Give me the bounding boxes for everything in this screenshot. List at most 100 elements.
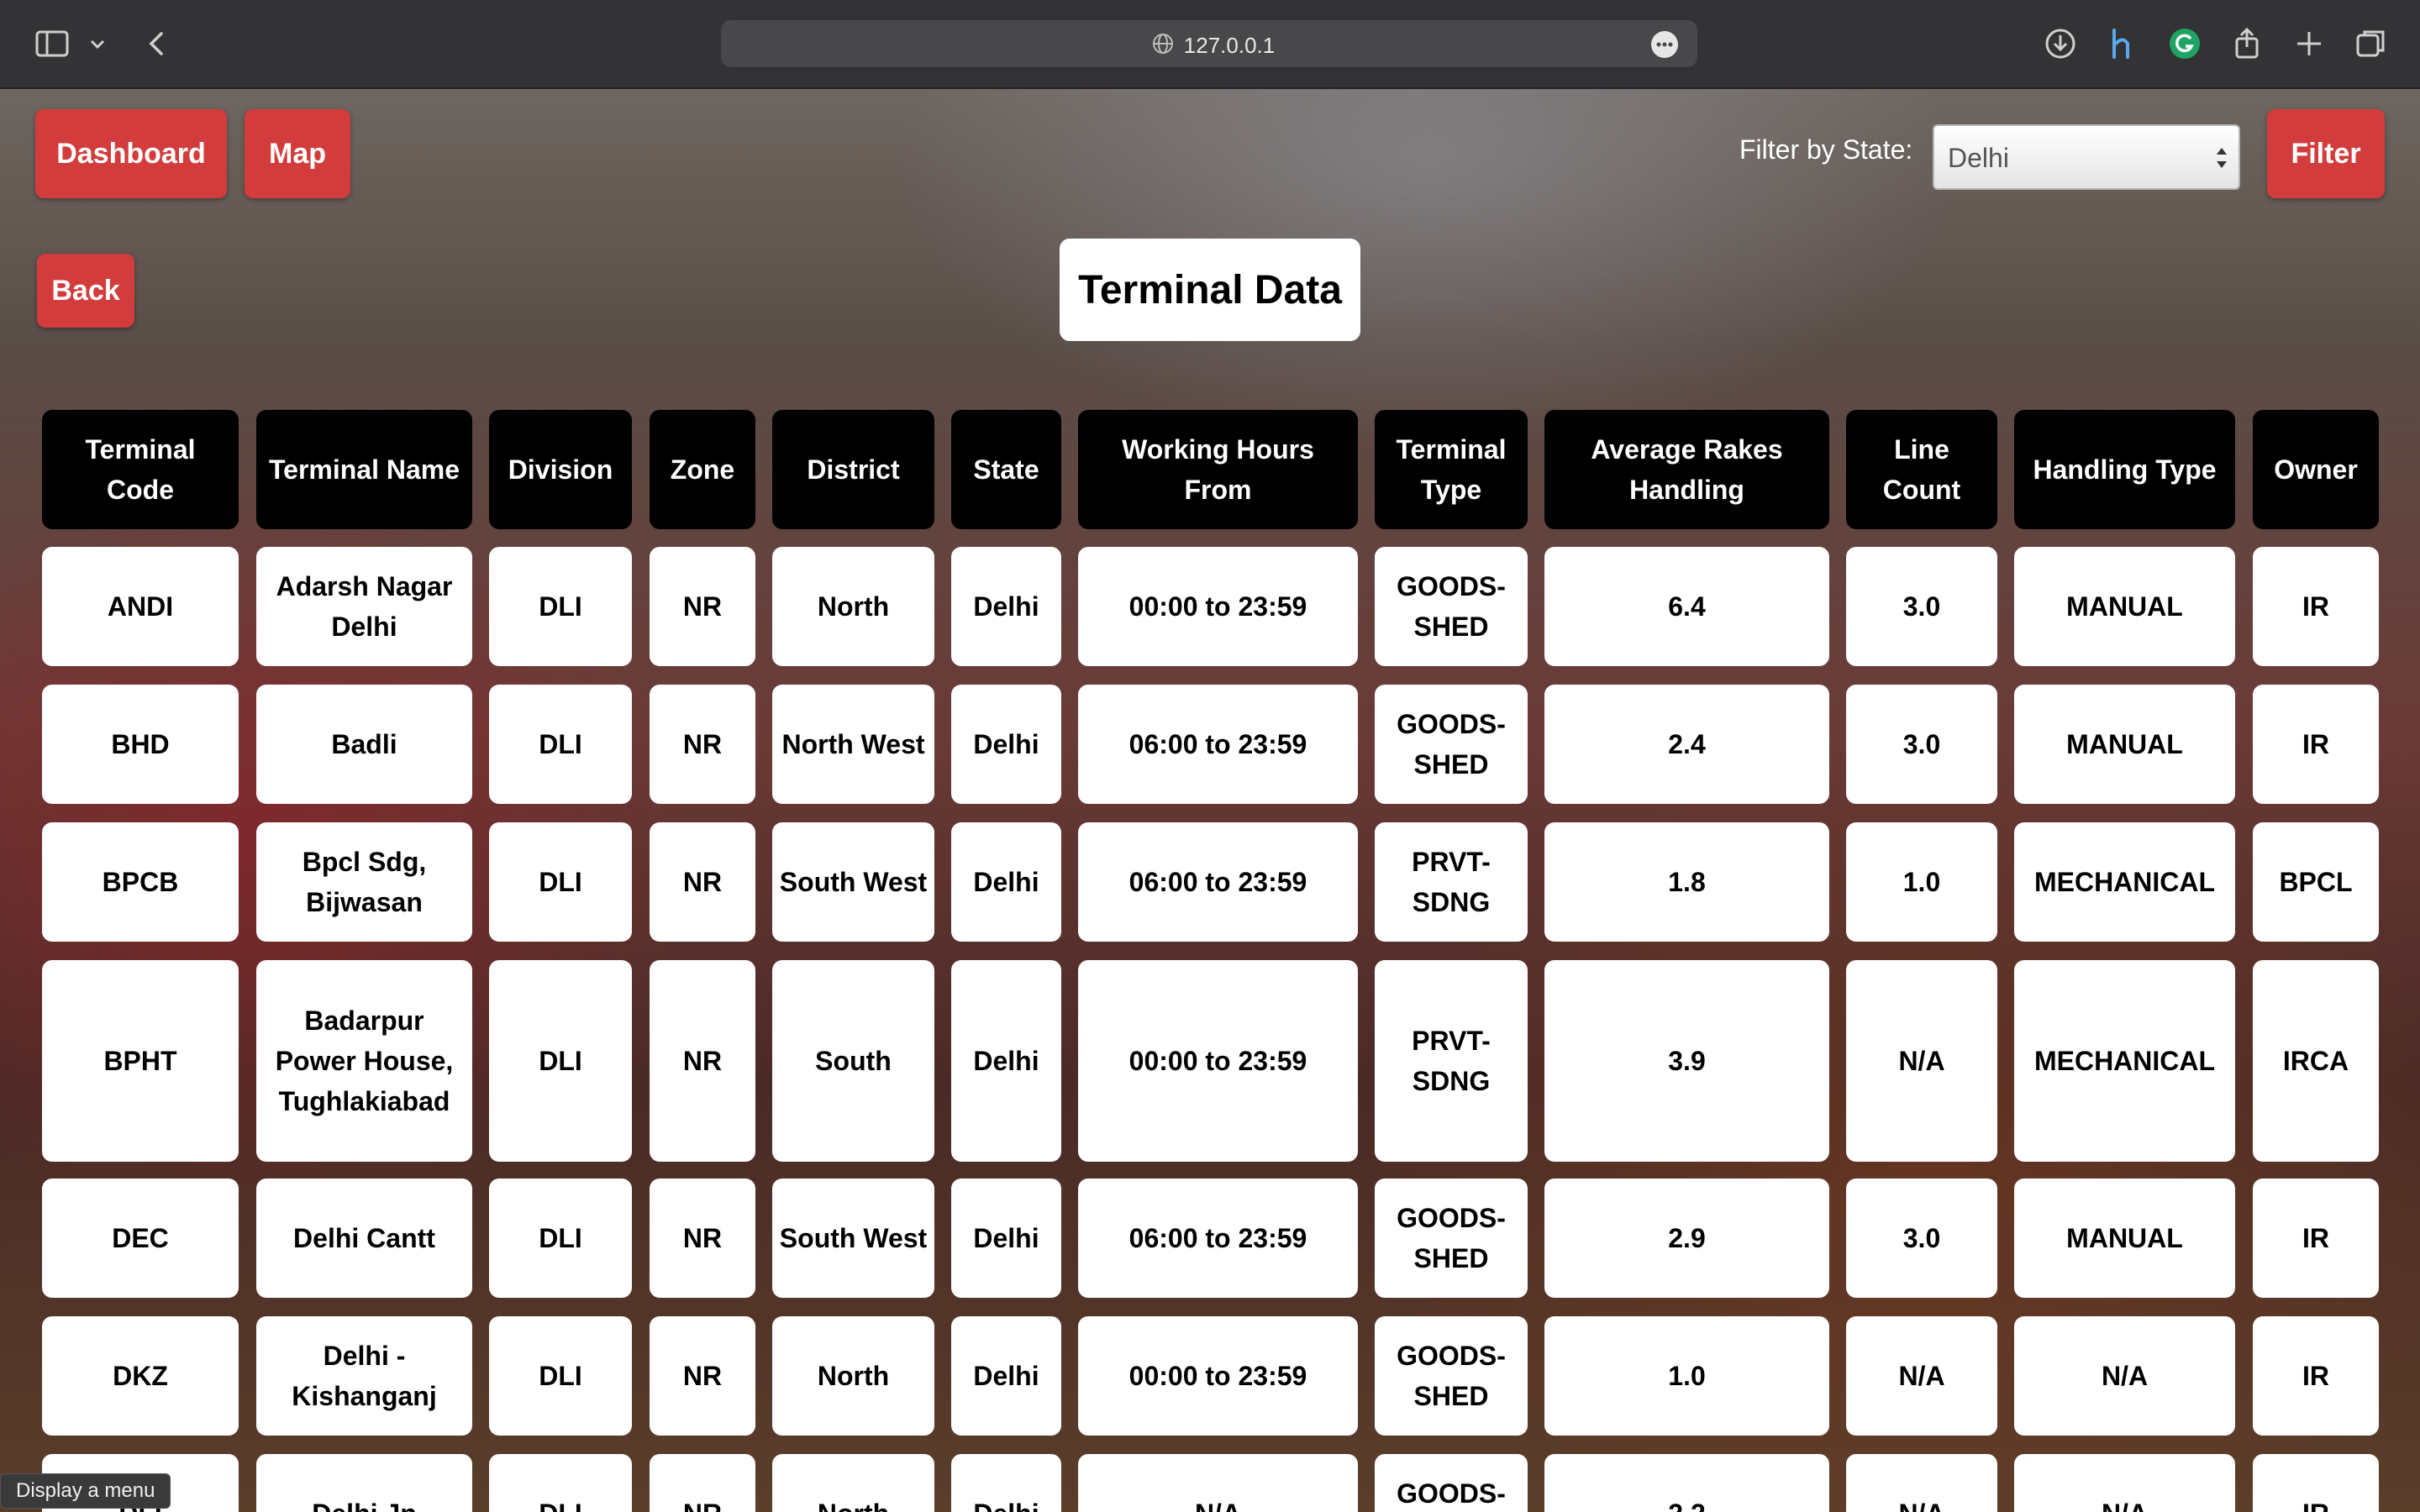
table-cell: GOODS-SHED: [1375, 1454, 1528, 1512]
table-cell: North: [772, 1454, 934, 1512]
table-cell: DLI: [489, 685, 632, 804]
table-cell: MECHANICAL: [2014, 822, 2235, 942]
table-cell: DLI: [489, 1179, 632, 1298]
tabs-overview-icon[interactable]: [2353, 25, 2390, 62]
new-tab-icon[interactable]: [2291, 25, 2328, 62]
sidebar-icon[interactable]: [34, 25, 71, 62]
table-cell: 00:00 to 23:59: [1078, 547, 1358, 666]
table-cell: 2.2: [1544, 1454, 1829, 1512]
table-cell: NR: [650, 960, 755, 1162]
grammarly-icon[interactable]: [2166, 25, 2203, 62]
table-cell: 1.8: [1544, 822, 1829, 942]
table-cell: GOODS-SHED: [1375, 685, 1528, 804]
column-header: Owner: [2253, 410, 2379, 529]
table-cell: IR: [2253, 685, 2379, 804]
state-select[interactable]: Delhi: [1933, 124, 2240, 190]
column-header: Terminal Code: [42, 410, 239, 529]
table-cell: North: [772, 1316, 934, 1436]
table-cell: NR: [650, 547, 755, 666]
table-cell: BPHT: [42, 960, 239, 1162]
table-cell: 1.0: [1846, 822, 1997, 942]
select-arrows-icon: [2217, 148, 2227, 168]
table-cell: PRVT-SDNG: [1375, 822, 1528, 942]
share-icon[interactable]: [2228, 25, 2265, 62]
column-header: Terminal Type: [1375, 410, 1528, 529]
table-cell: DLI: [489, 960, 632, 1162]
table-cell: Delhi Cantt: [256, 1179, 472, 1298]
table-cell: 3.0: [1846, 685, 1997, 804]
page-title: Terminal Data: [1060, 239, 1360, 341]
column-header: Line Count: [1846, 410, 1997, 529]
table-cell: N/A: [1846, 1316, 1997, 1436]
table-cell: PRVT-SDNG: [1375, 960, 1528, 1162]
table-cell: 6.4: [1544, 547, 1829, 666]
column-header: Handling Type: [2014, 410, 2235, 529]
more-icon[interactable]: [1650, 30, 1679, 59]
table-cell: NR: [650, 1316, 755, 1436]
table-cell: NR: [650, 1179, 755, 1298]
table-cell: South West: [772, 1179, 934, 1298]
table-cell: 3.0: [1846, 1179, 1997, 1298]
column-header: District: [772, 410, 934, 529]
back-button[interactable]: Back: [37, 254, 134, 328]
table-cell: DLI: [489, 1316, 632, 1436]
table-cell: BPCB: [42, 822, 239, 942]
browser-toolbar: 127.0.0.1: [0, 0, 2420, 89]
table-cell: 00:00 to 23:59: [1078, 1316, 1358, 1436]
table-cell: South: [772, 960, 934, 1162]
honey-icon[interactable]: [2104, 25, 2141, 62]
download-icon[interactable]: [2042, 25, 2079, 62]
table-cell: Delhi - Kishanganj: [256, 1316, 472, 1436]
table-cell: DLI: [489, 547, 632, 666]
table-cell: 2.9: [1544, 1179, 1829, 1298]
filter-label: Filter by State:: [1739, 134, 1913, 165]
table-cell: ANDI: [42, 547, 239, 666]
table-cell: N/A: [2014, 1454, 2235, 1512]
table-cell: South West: [772, 822, 934, 942]
table-cell: NR: [650, 1454, 755, 1512]
map-button[interactable]: Map: [245, 109, 350, 198]
table-cell: MANUAL: [2014, 1179, 2235, 1298]
table-cell: Delhi: [951, 960, 1061, 1162]
column-header: Terminal Name: [256, 410, 472, 529]
table-cell: DKZ: [42, 1316, 239, 1436]
table-cell: N/A: [1846, 1454, 1997, 1512]
page-content: Dashboard Map Back Filter by State: Delh…: [0, 89, 2420, 1512]
dashboard-button[interactable]: Dashboard: [35, 109, 227, 198]
table-cell: 00:00 to 23:59: [1078, 960, 1358, 1162]
table-cell: Badli: [256, 685, 472, 804]
table-cell: MECHANICAL: [2014, 960, 2235, 1162]
address-bar[interactable]: 127.0.0.1: [721, 20, 1697, 67]
column-header: Working Hours From: [1078, 410, 1358, 529]
chevron-down-icon[interactable]: [87, 25, 108, 62]
table-cell: NR: [650, 822, 755, 942]
back-arrow-icon[interactable]: [139, 25, 176, 62]
table-cell: GOODS-SHED: [1375, 1179, 1528, 1298]
table-cell: DLI: [489, 1454, 632, 1512]
table-cell: Delhi: [951, 822, 1061, 942]
table-cell: IR: [2253, 547, 2379, 666]
table-cell: Delhi Jn: [256, 1454, 472, 1512]
table-cell: GOODS-SHED: [1375, 547, 1528, 666]
column-header: Zone: [650, 410, 755, 529]
table-cell: BHD: [42, 685, 239, 804]
table-cell: N/A: [1078, 1454, 1358, 1512]
table-cell: NR: [650, 685, 755, 804]
table-cell: MANUAL: [2014, 547, 2235, 666]
table-cell: BPCL: [2253, 822, 2379, 942]
table-cell: N/A: [1846, 960, 1997, 1162]
table-cell: 1.0: [1544, 1316, 1829, 1436]
table-cell: 3.0: [1846, 547, 1997, 666]
table-cell: 06:00 to 23:59: [1078, 685, 1358, 804]
table-cell: IR: [2253, 1454, 2379, 1512]
table-cell: North West: [772, 685, 934, 804]
filter-button[interactable]: Filter: [2267, 109, 2385, 198]
table-cell: 2.4: [1544, 685, 1829, 804]
table-cell: Bpcl Sdg, Bijwasan: [256, 822, 472, 942]
table-cell: Delhi: [951, 1179, 1061, 1298]
table-cell: IR: [2253, 1179, 2379, 1298]
state-select-value: Delhi: [1948, 143, 2009, 173]
table-cell: MANUAL: [2014, 685, 2235, 804]
table-cell: GOODS-SHED: [1375, 1316, 1528, 1436]
table-cell: Badarpur Power House, Tughlakiabad: [256, 960, 472, 1162]
